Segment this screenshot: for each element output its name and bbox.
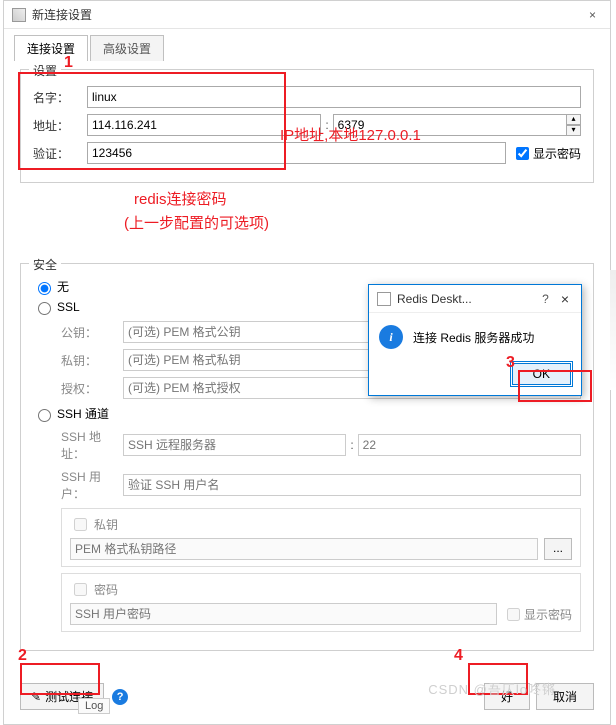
security-legend: 安全 [29, 256, 61, 273]
app-icon [12, 8, 26, 22]
port-spinner[interactable]: ▴▾ [566, 114, 581, 136]
cancel-button[interactable]: 取消 [536, 683, 594, 710]
tab-connection[interactable]: 连接设置 [14, 35, 88, 61]
radio-ssh-label: SSH 通道 [57, 405, 109, 422]
help-icon[interactable]: ? [112, 689, 128, 705]
dialog-ok-button[interactable]: OK [512, 363, 571, 385]
settings-legend: 设置 [29, 62, 61, 79]
dialog-titlebar: Redis Deskt... ? × [369, 285, 581, 313]
dialog-close-icon[interactable]: × [557, 291, 573, 307]
ssh-show-pw-checkbox[interactable] [507, 608, 520, 621]
privkey-label: 私钥： [61, 352, 123, 369]
ssh-password-label: 密码 [94, 581, 118, 598]
window-title: 新连接设置 [32, 6, 583, 23]
ssh-privkey-path-input[interactable] [70, 538, 538, 560]
show-password-checkbox[interactable] [516, 147, 529, 160]
dialog-message: 连接 Redis 服务器成功 [413, 329, 534, 346]
ssh-password-checkbox[interactable] [74, 583, 87, 596]
ssh-addr-input[interactable] [123, 434, 346, 456]
ok-button[interactable]: 好 [484, 683, 530, 710]
ssh-privkey-label: 私钥 [94, 516, 118, 533]
show-password-label: 显示密码 [533, 145, 581, 162]
radio-ssh[interactable] [38, 409, 51, 422]
ssh-user-input[interactable] [123, 474, 581, 496]
pubkey-label: 公钥： [61, 324, 123, 341]
name-input[interactable] [87, 86, 581, 108]
auth-input[interactable] [87, 142, 506, 164]
ssh-password-input[interactable] [70, 603, 497, 625]
radio-ssl[interactable] [38, 302, 51, 315]
ssh-port-colon: : [346, 438, 357, 452]
tabs: 连接设置 高级设置 [4, 29, 610, 61]
close-icon[interactable]: × [583, 8, 602, 22]
dialog-title: Redis Deskt... [397, 292, 534, 306]
edge-fragment [610, 270, 616, 390]
ssh-privkey-group: 私钥 ... [61, 508, 581, 567]
ssh-show-pw-label: 显示密码 [524, 606, 572, 623]
tab-advanced[interactable]: 高级设置 [90, 35, 164, 61]
radio-none-label: 无 [57, 278, 69, 295]
address-input[interactable] [87, 114, 321, 136]
ssh-port-input[interactable] [358, 434, 581, 456]
radio-none[interactable] [38, 282, 51, 295]
radio-ssl-label: SSL [57, 300, 80, 314]
ssh-user-label: SSH 用户： [61, 468, 123, 502]
settings-group: 设置 名字： 地址： : ▴▾ 验证： 显示密码 [20, 69, 594, 183]
ssh-addr-label: SSH 地址： [61, 428, 123, 462]
ssh-privkey-checkbox[interactable] [74, 518, 87, 531]
magic-wand-icon: ✎ [31, 690, 41, 704]
port-input[interactable] [333, 114, 567, 136]
result-dialog: Redis Deskt... ? × i 连接 Redis 服务器成功 OK [368, 284, 582, 396]
addr-port-colon: : [321, 118, 332, 132]
address-label: 地址： [33, 117, 87, 134]
dialog-help-icon[interactable]: ? [534, 292, 557, 306]
ssh-password-group: 密码 显示密码 [61, 573, 581, 632]
browse-button[interactable]: ... [544, 538, 572, 560]
auth-label: 验证： [33, 145, 87, 162]
name-label: 名字： [33, 89, 87, 106]
titlebar: 新连接设置 × [4, 1, 610, 29]
info-icon: i [379, 325, 403, 349]
bottom-fragment: Log [78, 698, 110, 714]
dialog-app-icon [377, 292, 391, 306]
authfile-label: 授权： [61, 380, 123, 397]
